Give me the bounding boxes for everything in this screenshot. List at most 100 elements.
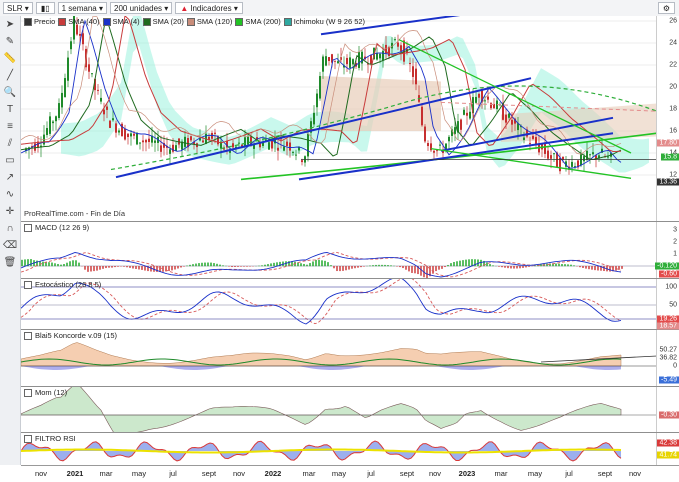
y-tick-label: 20 bbox=[669, 84, 677, 91]
pen-tool-icon[interactable]: ✎ bbox=[3, 35, 17, 49]
trend-tool-icon[interactable]: ↗ bbox=[3, 171, 17, 185]
histogram-bar bbox=[111, 266, 113, 268]
y-tick-label: 100 bbox=[665, 284, 677, 291]
y-tick-label: 16 bbox=[669, 128, 677, 135]
units-select[interactable]: 200 unidades ▾ bbox=[110, 2, 172, 14]
histogram-bar bbox=[513, 266, 515, 269]
candle-body bbox=[346, 58, 348, 64]
histogram-bar bbox=[273, 263, 275, 266]
top-toolbar: SLR ▾ ▮▯ 1 semana ▾ 200 unidades ▾ ▲Indi… bbox=[0, 0, 679, 17]
checkbox-icon[interactable] bbox=[24, 389, 32, 397]
ruler-tool-icon[interactable]: 📏 bbox=[3, 52, 17, 66]
histogram-bar bbox=[363, 266, 365, 267]
x-tick-label: may bbox=[132, 469, 146, 478]
candle-body bbox=[448, 137, 450, 141]
legend-item[interactable]: Precio bbox=[24, 17, 55, 26]
period-select[interactable]: 1 semana ▾ bbox=[58, 2, 107, 14]
histogram-bar bbox=[351, 266, 353, 269]
candle-body bbox=[463, 110, 465, 115]
histogram-bar bbox=[108, 266, 110, 268]
rsi-pane[interactable]: FILTRO RSI 42.3841.7442.3841.74 bbox=[21, 433, 679, 466]
pointer-tool-icon[interactable]: ➤ bbox=[3, 18, 17, 32]
candle-body bbox=[202, 140, 204, 142]
candle-body bbox=[571, 162, 573, 167]
histogram-bar bbox=[201, 263, 203, 266]
chart-type-button[interactable]: ▮▯ bbox=[36, 2, 55, 14]
last-value-badge: 41.74 bbox=[657, 452, 679, 459]
candle-body bbox=[358, 52, 360, 68]
blai5-pane[interactable]: Blai5 Koncorde v.09 (15) 50.2736.820-5.4… bbox=[21, 330, 679, 387]
price-pane[interactable]: Precio SMA (40) SMA (4)SMA (20)SMA (120)SM… bbox=[21, 16, 679, 222]
zoom-tool-icon[interactable]: 🔍 bbox=[3, 86, 17, 100]
candle-body bbox=[109, 121, 111, 128]
mom-pane[interactable]: Mom (12) 0-0.30 bbox=[21, 387, 679, 433]
eraser-tool-icon[interactable]: ⌫ bbox=[3, 239, 17, 253]
candle-body bbox=[283, 147, 285, 151]
fibonacci-tool-icon[interactable]: ≡ bbox=[3, 120, 17, 134]
histogram-bar bbox=[123, 266, 125, 267]
legend-item[interactable]: SMA (120) bbox=[187, 17, 232, 26]
legend-item[interactable]: SMA (200) bbox=[235, 17, 280, 26]
candle-body bbox=[550, 155, 552, 159]
main-line bbox=[21, 279, 621, 324]
trash-tool-icon[interactable]: 🗑 bbox=[3, 256, 17, 270]
histogram-bar bbox=[573, 265, 575, 266]
histogram-bar bbox=[60, 265, 62, 267]
legend-item[interactable]: SMA (40) bbox=[58, 17, 99, 26]
x-tick-label: mar bbox=[100, 469, 113, 478]
histogram-bar bbox=[204, 263, 206, 267]
histogram-bar bbox=[381, 265, 383, 266]
histogram-bar bbox=[570, 265, 572, 267]
checkbox-icon[interactable] bbox=[24, 332, 32, 340]
candle-body bbox=[103, 110, 105, 115]
histogram-bar bbox=[144, 266, 146, 271]
candle-body bbox=[523, 138, 525, 140]
candle-body bbox=[52, 122, 54, 124]
candle-body bbox=[319, 76, 321, 98]
candle-body bbox=[115, 123, 117, 132]
histogram-bar bbox=[450, 263, 452, 266]
legend-label: SMA (40) bbox=[68, 17, 99, 26]
checkbox-icon[interactable] bbox=[24, 281, 32, 289]
legend-item[interactable]: SMA (20) bbox=[143, 17, 184, 26]
watermark: ProRealTime.com - Fin de Día bbox=[24, 209, 125, 218]
histogram-bar bbox=[564, 264, 566, 266]
magnet-tool-icon[interactable]: ∩ bbox=[3, 222, 17, 236]
histogram-bar bbox=[438, 266, 440, 270]
last-value-badge: -5.49 bbox=[659, 377, 679, 384]
candle-body bbox=[436, 150, 438, 151]
candle-body bbox=[97, 90, 99, 91]
checkbox-icon[interactable] bbox=[24, 435, 32, 443]
channel-tool-icon[interactable]: ⫽ bbox=[3, 137, 17, 151]
stoch-pane[interactable]: Estocástico (26 8 5) 1005019.2618.57 bbox=[21, 279, 679, 330]
rectangle-tool-icon[interactable]: ▭ bbox=[3, 154, 17, 168]
last-value-badge: 19.26 bbox=[657, 316, 679, 323]
checkbox-icon[interactable] bbox=[24, 224, 32, 232]
candle-body bbox=[289, 143, 291, 151]
candle-body bbox=[313, 113, 315, 125]
cross-tool-icon[interactable]: ✛ bbox=[3, 205, 17, 219]
histogram-bar bbox=[327, 262, 329, 266]
candle-body bbox=[100, 98, 102, 102]
price-legend: Precio SMA (40) SMA (4)SMA (20)SMA (120)SM… bbox=[24, 17, 365, 26]
text-tool-icon[interactable]: T bbox=[3, 103, 17, 117]
histogram-bar bbox=[105, 266, 107, 268]
legend-item[interactable]: SMA (4) bbox=[103, 17, 140, 26]
wave-tool-icon[interactable]: ∿ bbox=[3, 188, 17, 202]
line-tool-icon[interactable]: ╱ bbox=[3, 69, 17, 83]
chart-area[interactable]: Precio SMA (40) SMA (4)SMA (20)SMA (120)SM… bbox=[21, 16, 679, 465]
indicators-button[interactable]: ▲Indicadores ▾ bbox=[175, 2, 243, 14]
y-tick-label: 3 bbox=[673, 227, 677, 234]
macd-pane[interactable]: MACD (12 26 9) 3210-0.120-0.60 bbox=[21, 222, 679, 279]
legend-item[interactable]: Ichimoku (W 9 26 52) bbox=[284, 17, 365, 26]
candle-body bbox=[352, 59, 354, 64]
mom-title: Mom (12) bbox=[24, 388, 67, 397]
ticker-select[interactable]: SLR ▾ bbox=[3, 2, 33, 14]
histogram-bar bbox=[588, 266, 590, 269]
candle-body bbox=[424, 127, 426, 142]
histogram-bar bbox=[93, 266, 95, 271]
settings-button[interactable]: ⚙ bbox=[658, 2, 675, 14]
histogram-bar bbox=[336, 266, 338, 271]
candle-body bbox=[586, 151, 588, 160]
candle-body bbox=[466, 113, 468, 116]
